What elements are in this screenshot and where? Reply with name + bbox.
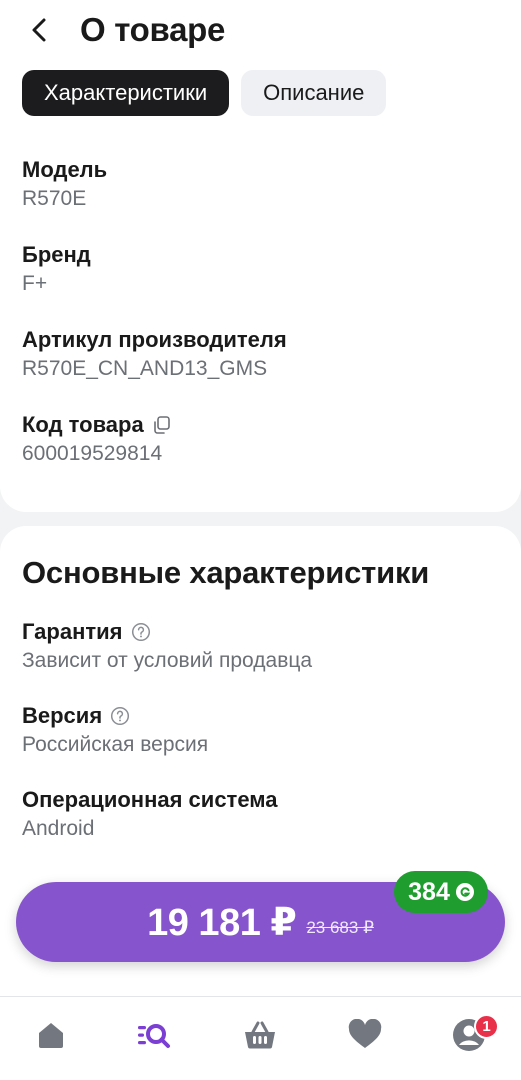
spec-label: Версия bbox=[22, 700, 502, 732]
catalog-search-icon bbox=[138, 1024, 170, 1048]
help-icon[interactable] bbox=[131, 622, 151, 642]
nav-home[interactable] bbox=[31, 1015, 71, 1055]
spec-value: 600019529814 bbox=[22, 442, 163, 465]
spec-product-code: Код товара 600019529814 bbox=[22, 409, 502, 467]
spec-label: Код товара bbox=[22, 409, 502, 441]
nav-catalog[interactable] bbox=[134, 1015, 174, 1055]
spec-brand: Бренд F+ bbox=[22, 239, 502, 297]
bonus-amount: 384 bbox=[408, 877, 450, 906]
header: О товаре bbox=[0, 0, 521, 64]
tabs: Характеристики Описание bbox=[22, 70, 387, 116]
spec-label: Гарантия bbox=[22, 616, 502, 648]
spec-warranty: Гарантия Зависит от условий продавца bbox=[22, 616, 502, 674]
profile-notification-badge: 1 bbox=[474, 1014, 499, 1039]
home-icon bbox=[39, 1023, 63, 1048]
spec-label: Модель bbox=[22, 157, 108, 182]
spec-value: R570E bbox=[22, 187, 87, 210]
spec-value: F+ bbox=[22, 272, 48, 295]
spec-label: Бренд bbox=[22, 242, 91, 267]
spec-value: Android bbox=[22, 817, 95, 840]
bottom-nav bbox=[0, 996, 521, 1080]
page-title: О товаре bbox=[80, 11, 226, 48]
spec-manufacturer-article: Артикул производителя R570E_CN_AND13_GMS bbox=[22, 324, 502, 382]
chevron-left-icon bbox=[32, 18, 46, 42]
spec-version: Версия Российская версия bbox=[22, 700, 502, 758]
nav-cart[interactable] bbox=[240, 1015, 280, 1055]
tab-characteristics[interactable]: Характеристики bbox=[22, 70, 230, 116]
favorites-heart-icon bbox=[348, 1019, 382, 1048]
price: 19 181 ₽ bbox=[147, 901, 297, 944]
back-button[interactable] bbox=[22, 12, 56, 48]
main-specs-list: Гарантия Зависит от условий продавца Вер… bbox=[22, 616, 502, 868]
spec-label: Операционная система bbox=[22, 787, 278, 812]
product-specs: Модель R570E Бренд F+ Артикул производит… bbox=[22, 154, 502, 494]
copy-icon[interactable] bbox=[152, 415, 172, 435]
spec-value: Российская версия bbox=[22, 733, 209, 756]
spec-value: R570E_CN_AND13_GMS bbox=[22, 357, 268, 380]
bonus-badge: 384 bbox=[394, 871, 488, 913]
spec-operating-system: Операционная система Android bbox=[22, 784, 502, 842]
spec-label: Артикул производителя bbox=[22, 327, 287, 352]
spec-model: Модель R570E bbox=[22, 154, 502, 212]
spec-value: Зависит от условий продавца bbox=[22, 649, 313, 672]
section-title: Основные характеристики bbox=[22, 555, 430, 590]
nav-favorites[interactable] bbox=[345, 1015, 385, 1055]
tab-description[interactable]: Описание bbox=[241, 70, 387, 116]
cart-icon bbox=[245, 1021, 275, 1049]
help-icon[interactable] bbox=[110, 706, 130, 726]
old-price: 23 683 ₽ bbox=[306, 918, 374, 937]
bonus-coin-icon bbox=[455, 883, 474, 901]
